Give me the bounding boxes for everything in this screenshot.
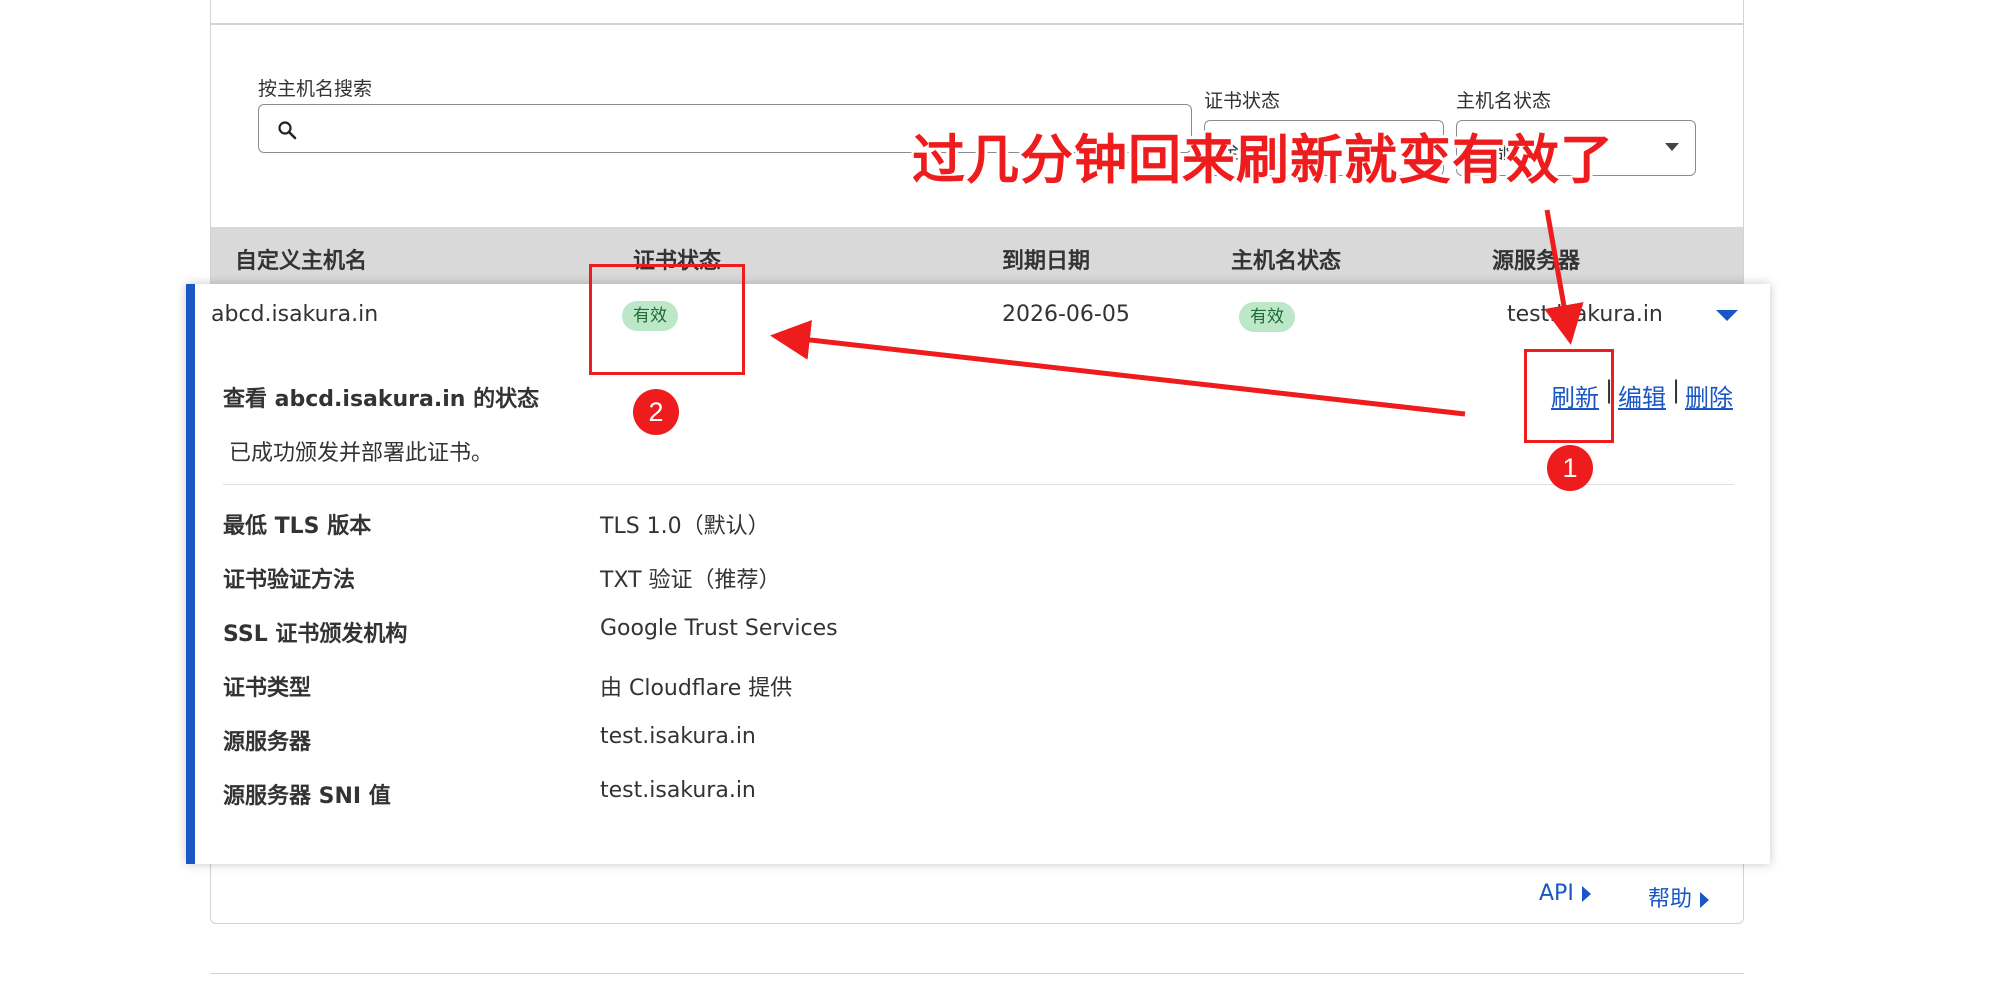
annotation-arrow-to-refresh [1544, 209, 1584, 345]
annotation-step-2: 2 [633, 389, 679, 435]
annotation-arrow-to-status [770, 320, 1466, 417]
annotation-note: 过几分钟回来刷新就变有效了 [912, 130, 1614, 191]
annotation-step-1: 1 [1547, 445, 1593, 491]
